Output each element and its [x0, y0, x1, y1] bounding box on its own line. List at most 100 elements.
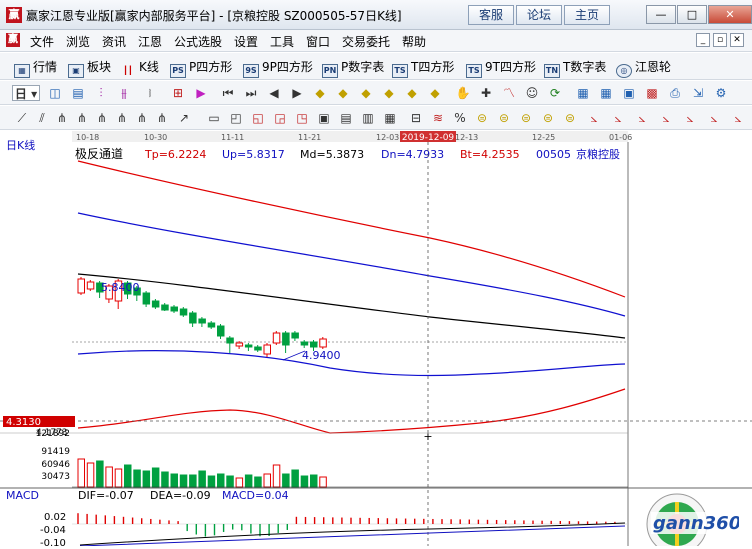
menu-file[interactable]: 文件: [30, 33, 54, 50]
diamond-icon-4[interactable]: ◆: [381, 85, 397, 101]
hand-icon[interactable]: ✋: [455, 85, 471, 101]
cycle-icon-5[interactable]: ⊜: [562, 110, 578, 126]
stack-icon[interactable]: ▤: [70, 85, 86, 101]
customer-service-button[interactable]: 客服: [468, 5, 514, 25]
cycle-icon-2[interactable]: ⊜: [496, 110, 512, 126]
p-square-button[interactable]: PS P四方形: [170, 58, 232, 78]
box-icon-5[interactable]: ▣: [316, 110, 332, 126]
settings-icon[interactable]: ⚙: [713, 85, 729, 101]
grid-icon-2[interactable]: ▦: [598, 85, 614, 101]
homepage-button[interactable]: 主页: [564, 5, 610, 25]
zoom-icon[interactable]: ⊞: [170, 85, 186, 101]
period-select[interactable]: 日 ▾: [12, 85, 40, 101]
restore-button[interactable]: □: [677, 5, 707, 24]
box-icon-4[interactable]: ◳: [294, 110, 310, 126]
draw-fork-icon-3[interactable]: ⋔: [94, 110, 110, 126]
crosshair-icon[interactable]: ✚: [478, 85, 494, 101]
angle-icon-7[interactable]: ⦣: [730, 110, 746, 126]
menu-gann[interactable]: 江恩: [138, 33, 162, 50]
fib-icon[interactable]: ≋: [430, 110, 446, 126]
save-icon[interactable]: ▩: [644, 85, 660, 101]
angle-icon-4[interactable]: ⦣: [658, 110, 674, 126]
menu-app-icon[interactable]: 赢: [6, 33, 20, 47]
kline-button[interactable]: ┃┃ K线: [120, 58, 159, 76]
minimize-button[interactable]: —: [646, 5, 676, 24]
9p-square-button[interactable]: 9S 9P四方形: [243, 58, 313, 78]
first-icon[interactable]: ⏮: [220, 85, 236, 101]
draw-fork-icon-2[interactable]: ⋔: [74, 110, 90, 126]
box-icon-7[interactable]: ▥: [360, 110, 376, 126]
cycle-icon-4[interactable]: ⊜: [540, 110, 556, 126]
date-label: 01-06: [609, 133, 632, 142]
box-icon-3[interactable]: ◲: [272, 110, 288, 126]
t-square-button[interactable]: TS T四方形: [392, 58, 454, 78]
t-table-button[interactable]: TN T数字表: [544, 58, 606, 78]
box-icon-6[interactable]: ▤: [338, 110, 354, 126]
draw-arrow-icon[interactable]: ↗: [176, 110, 192, 126]
draw-fork-icon-4[interactable]: ⋔: [114, 110, 130, 126]
prev-icon[interactable]: ◀: [266, 85, 282, 101]
bars-icon[interactable]: ⫵: [116, 85, 132, 101]
export-icon[interactable]: ⇲: [690, 85, 706, 101]
diamond-icon-1[interactable]: ◆: [312, 85, 328, 101]
volume-axis-label: 30473: [41, 472, 70, 482]
mdi-minimize-button[interactable]: _: [696, 33, 710, 47]
angle-icon-2[interactable]: ⦣: [610, 110, 626, 126]
draw-line-icon-2[interactable]: ⫽: [34, 110, 50, 126]
calendar-icon[interactable]: ◫: [47, 85, 63, 101]
menu-help[interactable]: 帮助: [402, 33, 426, 50]
quotes-button[interactable]: ▦ 行情: [14, 58, 57, 78]
cycle-icon-3[interactable]: ⊜: [518, 110, 534, 126]
sector-button[interactable]: ▣ 板块: [68, 58, 111, 78]
kline-chart[interactable]: 10-18 10-30 11-11 11-21 12-03 12-13 12-25 01-06…: [0, 131, 752, 549]
volume-bar: [272, 464, 281, 488]
diamond-icon-5[interactable]: ◆: [404, 85, 420, 101]
menu-window[interactable]: 窗口: [306, 33, 330, 50]
menu-info[interactable]: 资讯: [102, 33, 126, 50]
menu-tools[interactable]: 工具: [270, 33, 294, 50]
chart-panel[interactable]: 10-18 10-30 11-11 11-21 12-03 12-13 12-25 01-06…: [0, 131, 752, 549]
draw-fork-icon-1[interactable]: ⋔: [54, 110, 70, 126]
rect-icon[interactable]: ▭: [206, 110, 222, 126]
cycle-icon-1[interactable]: ⊜: [474, 110, 490, 126]
box-icon-2[interactable]: ◱: [250, 110, 266, 126]
percent-icon[interactable]: %: [452, 110, 468, 126]
diamond-icon-6[interactable]: ◆: [427, 85, 443, 101]
draw-fork-icon-5[interactable]: ⋔: [134, 110, 150, 126]
angle-icon-1[interactable]: ⦣: [586, 110, 602, 126]
menu-trade[interactable]: 交易委托: [342, 33, 390, 50]
menu-settings[interactable]: 设置: [234, 33, 258, 50]
p-table-button[interactable]: PN P数字表: [322, 58, 384, 78]
person-icon[interactable]: ☺: [524, 85, 540, 101]
window-icon[interactable]: ▣: [621, 85, 637, 101]
dn-value: Dn=4.7933: [381, 148, 444, 161]
diamond-icon-2[interactable]: ◆: [335, 85, 351, 101]
refresh-icon[interactable]: ⟳: [547, 85, 563, 101]
angle-icon-5[interactable]: ⦣: [682, 110, 698, 126]
candle-body: [86, 281, 95, 290]
kline-mini-icon[interactable]: ⫶: [93, 85, 109, 101]
mdi-close-button[interactable]: ✕: [730, 33, 744, 47]
diamond-icon-3[interactable]: ◆: [358, 85, 374, 101]
gann-wheel-button[interactable]: ◎ 江恩轮: [616, 58, 671, 78]
print-icon[interactable]: ⎙: [667, 85, 683, 101]
draw-line-icon-1[interactable]: ⟋: [14, 110, 30, 126]
ruler-icon[interactable]: ⊟: [408, 110, 424, 126]
box-icon-8[interactable]: ▦: [382, 110, 398, 126]
close-button[interactable]: ✕: [708, 5, 752, 24]
draw-fork-icon-6[interactable]: ⋔: [154, 110, 170, 126]
forum-button[interactable]: 论坛: [516, 5, 562, 25]
wave-icon[interactable]: 〽: [501, 85, 517, 101]
next-icon[interactable]: ▶: [289, 85, 305, 101]
menu-formula[interactable]: 公式选股: [174, 33, 222, 50]
angle-icon-6[interactable]: ⦣: [706, 110, 722, 126]
mdi-restore-button[interactable]: ▫: [713, 33, 727, 47]
menu-browse[interactable]: 浏览: [66, 33, 90, 50]
candle-icon[interactable]: ⧘: [142, 85, 158, 101]
box-icon-1[interactable]: ◰: [228, 110, 244, 126]
9t-square-button[interactable]: TS 9T四方形: [466, 58, 536, 78]
table-icon[interactable]: ▦: [575, 85, 591, 101]
play-icon[interactable]: ▶: [193, 85, 209, 101]
last-icon[interactable]: ⏭: [243, 85, 259, 101]
angle-icon-3[interactable]: ⦣: [634, 110, 650, 126]
